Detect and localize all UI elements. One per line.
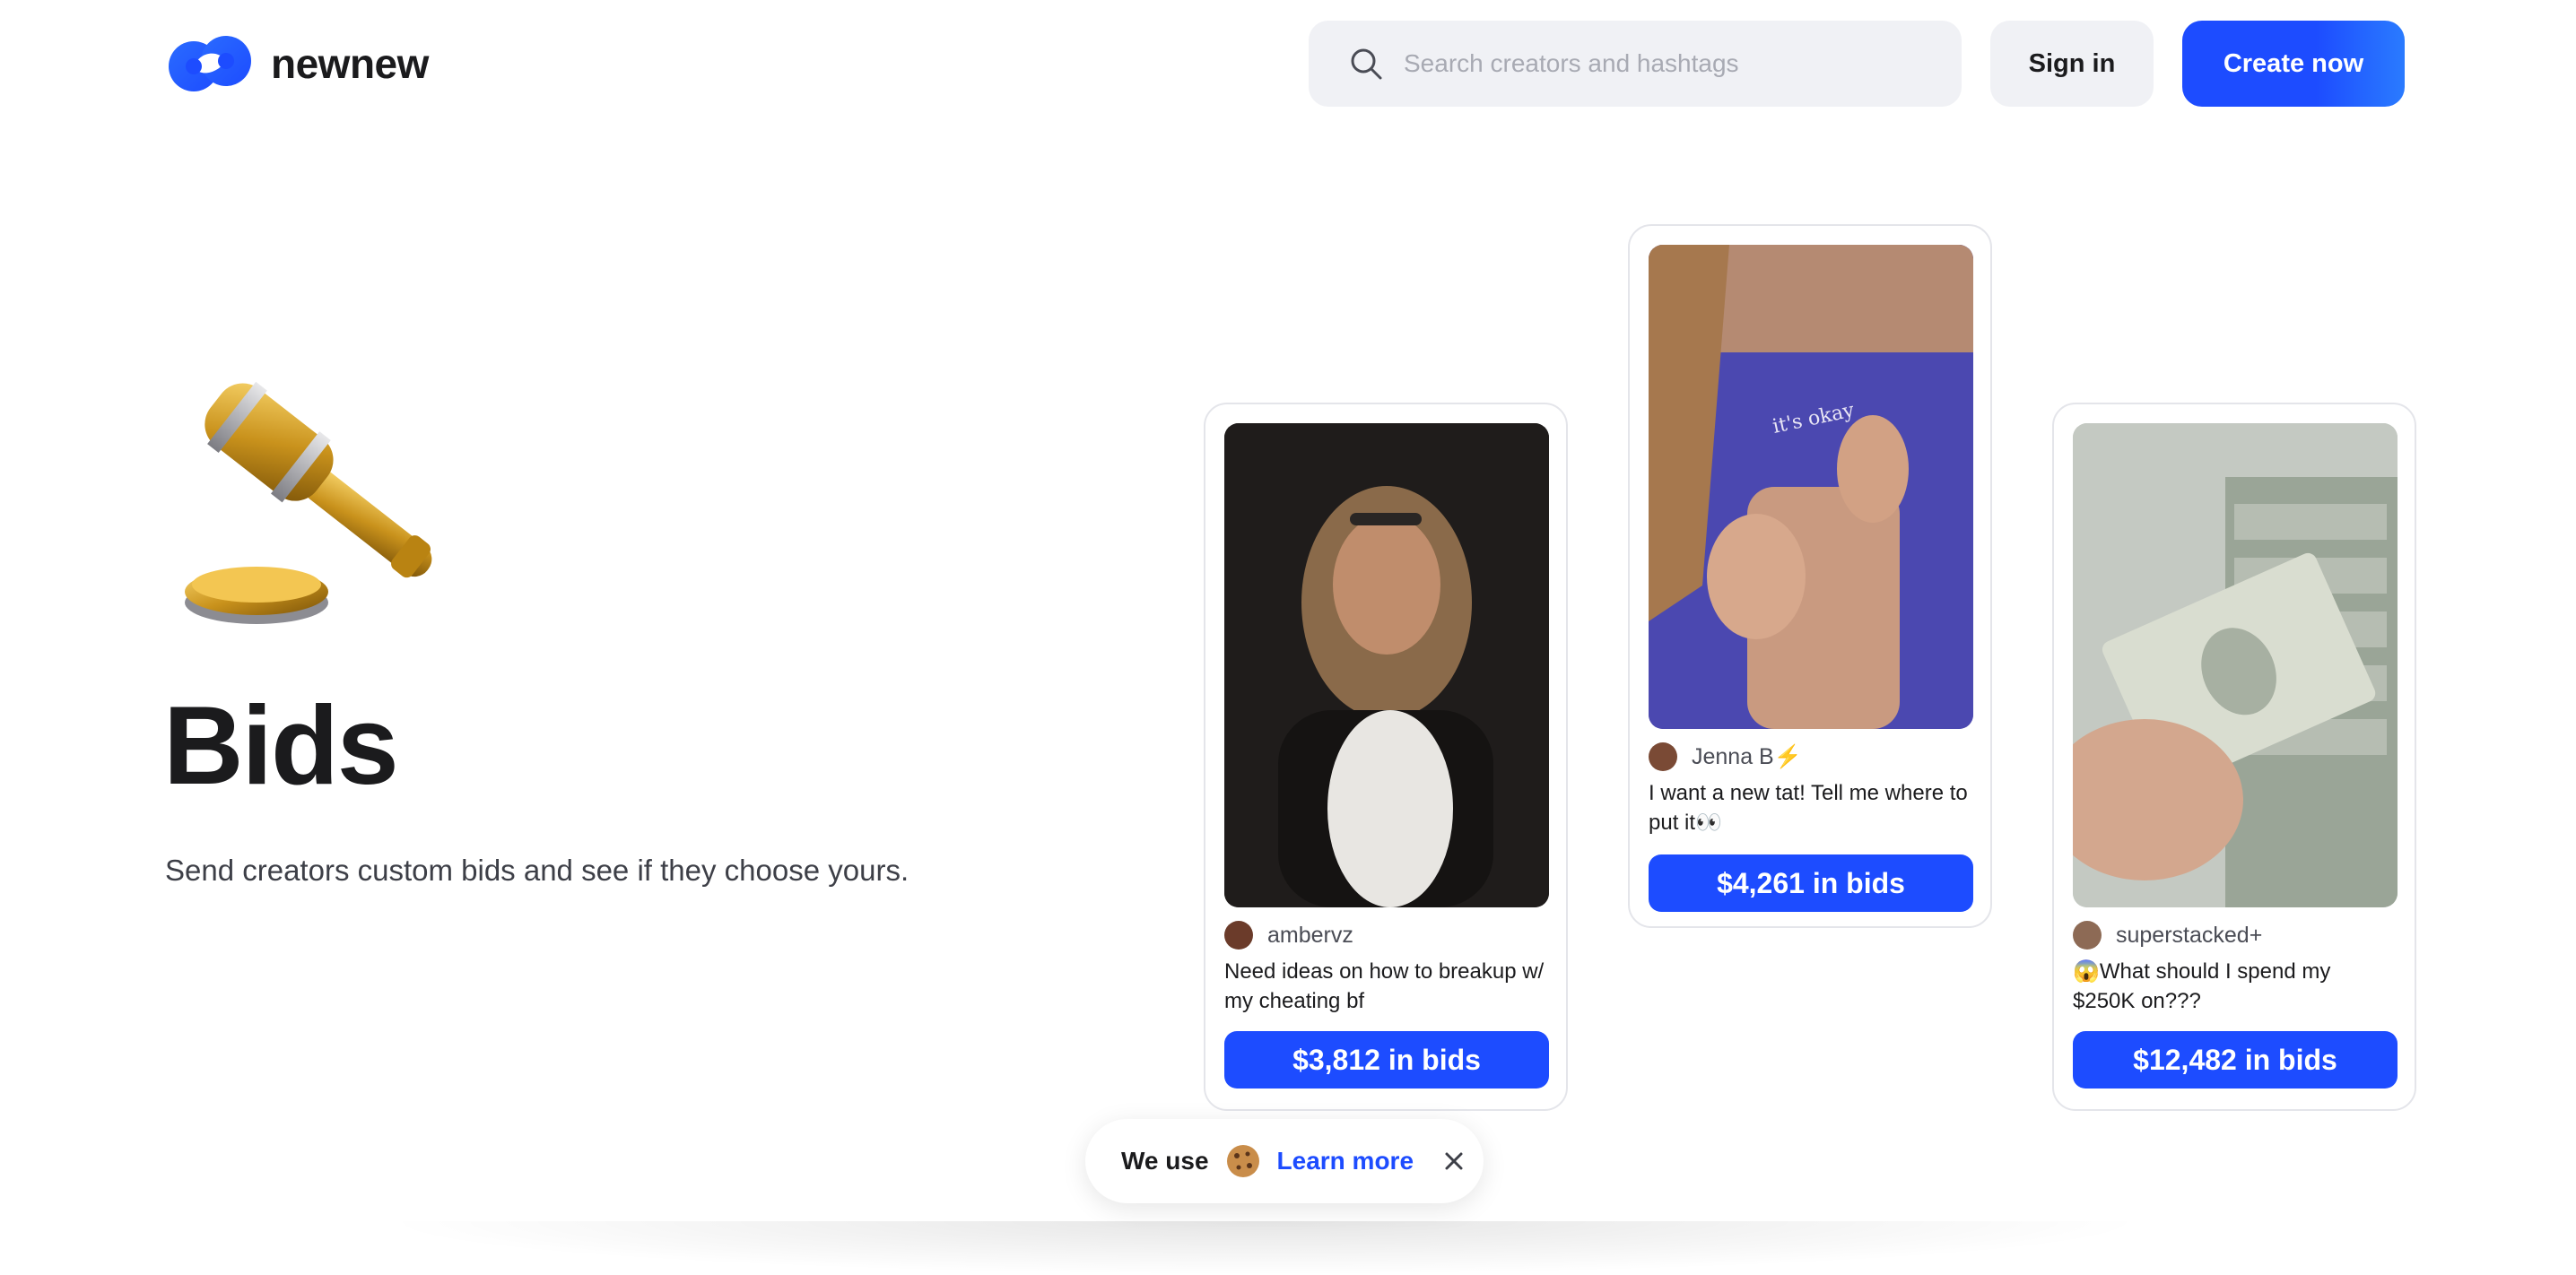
page-subtitle: Send creators custom bids and see if the… (165, 854, 909, 887)
post-caption: 😱What should I spend my $250K on??? (2073, 959, 2331, 1013)
avatar (2073, 921, 2102, 950)
money-image (2073, 423, 2398, 907)
bids-button[interactable]: $12,482 in bids (2073, 1031, 2398, 1089)
portrait-image (1224, 423, 1549, 907)
cookie-icon (1226, 1145, 1259, 1177)
bid-card-jenna[interactable]: it's okay Jenna B⚡ I want a new tat! Tel… (1628, 224, 1992, 928)
post-thumbnail[interactable] (1224, 423, 1549, 907)
search-bar[interactable] (1309, 21, 1962, 107)
page-title: Bids (163, 684, 399, 808)
creator-info[interactable]: ambervz (1224, 921, 1353, 950)
post-thumbnail[interactable] (2073, 423, 2398, 907)
bottom-divider (377, 1221, 2153, 1275)
brand-logo[interactable]: newnew (167, 32, 429, 95)
post-caption: Need ideas on how to breakup w/ my cheat… (1224, 959, 1545, 1013)
close-icon[interactable] (1440, 1148, 1467, 1175)
cookie-text: We use (1121, 1147, 1209, 1175)
bid-card-superstacked[interactable]: superstacked+ 😱What should I spend my $2… (2052, 403, 2416, 1111)
bids-button[interactable]: $4,261 in bids (1649, 854, 1973, 912)
portrait-image: it's okay (1649, 245, 1973, 729)
gavel-icon (185, 381, 432, 624)
post-caption: I want a new tat! Tell me where to put i… (1649, 781, 1968, 835)
avatar (1224, 921, 1253, 950)
search-icon (1351, 48, 1382, 80)
bids-button[interactable]: $3,812 in bids (1224, 1031, 1549, 1089)
brand-name: newnew (271, 40, 429, 87)
avatar (1649, 742, 1677, 771)
newnew-logo-icon (169, 36, 251, 91)
post-thumbnail[interactable]: it's okay (1649, 245, 1973, 729)
cookie-banner: We use Learn more (1085, 1119, 1484, 1203)
search-input[interactable] (1402, 48, 1926, 79)
creator-info[interactable]: superstacked+ (2073, 921, 2262, 950)
creator-name[interactable]: Jenna B⚡ (1692, 744, 1802, 770)
bid-card-ambervz[interactable]: ambervz Need ideas on how to breakup w/ … (1204, 403, 1568, 1111)
learn-more-link[interactable]: Learn more (1277, 1147, 1414, 1175)
creator-name[interactable]: ambervz (1267, 923, 1353, 949)
creator-name[interactable]: superstacked+ (2116, 923, 2262, 949)
creator-info[interactable]: Jenna B⚡ (1649, 742, 1802, 771)
create-now-button[interactable]: Create now (2182, 21, 2405, 107)
sign-in-button[interactable]: Sign in (1990, 21, 2154, 107)
